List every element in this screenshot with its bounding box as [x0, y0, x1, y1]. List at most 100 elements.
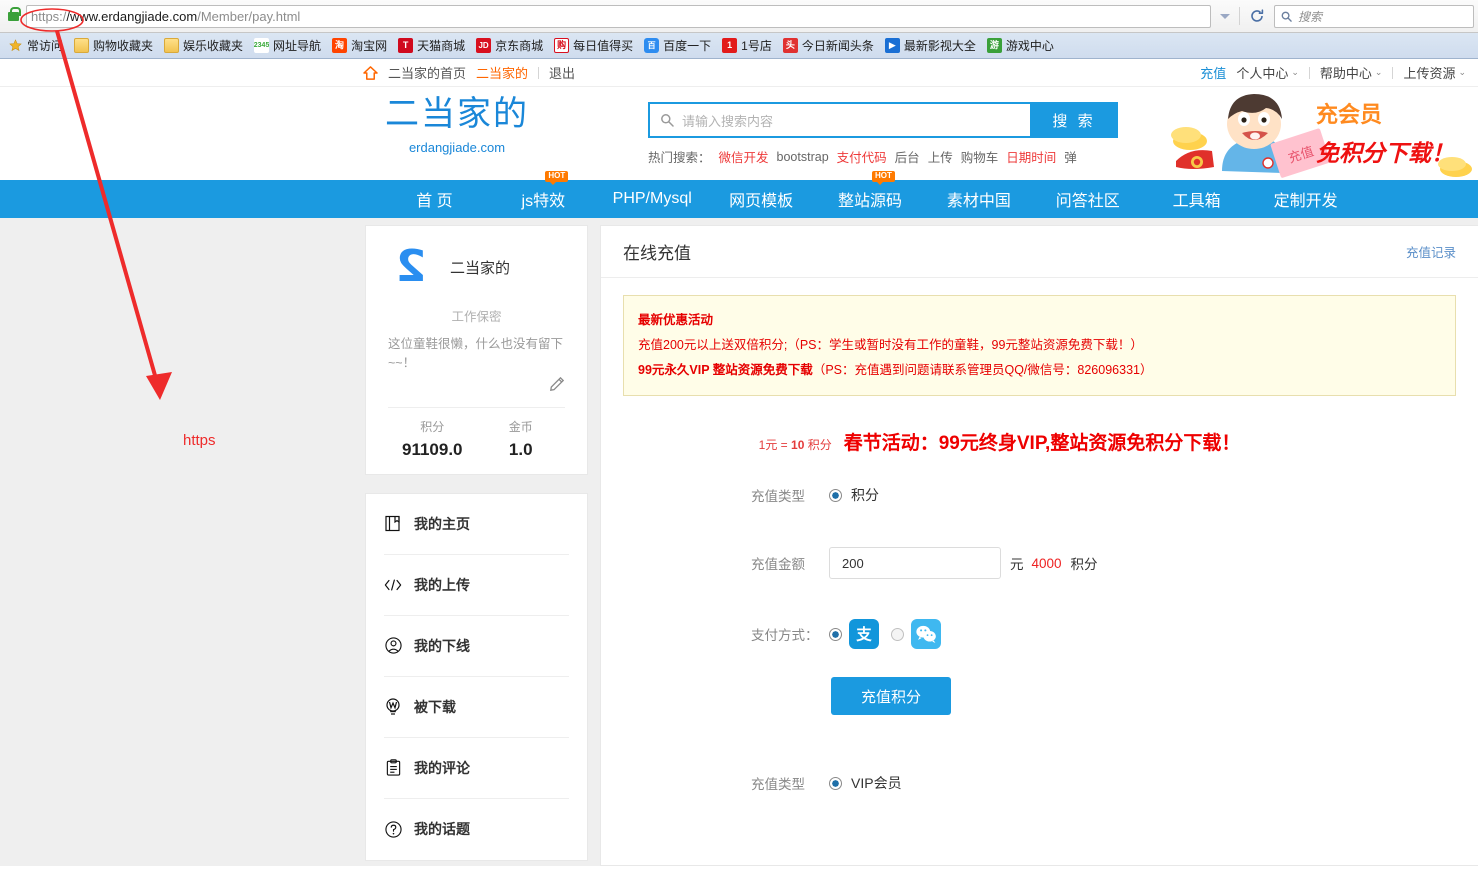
bookmark-label: 娱乐收藏夹 — [183, 39, 244, 53]
topbar-home-link[interactable]: 二当家的首页 — [388, 63, 466, 82]
lock-icon — [4, 5, 22, 27]
amount-input[interactable] — [829, 547, 1001, 579]
nav-item-fullsite[interactable]: HOT 整站源码 — [816, 171, 925, 211]
bookmark-label: 每日值得买 — [573, 39, 634, 53]
wechat-icon[interactable] — [911, 619, 941, 649]
hot-keyword[interactable]: 后台 — [895, 147, 920, 166]
converted-points-unit: 积分 — [1070, 557, 1098, 572]
pencil-icon[interactable] — [549, 376, 565, 397]
profile-header: 2 二当家的 — [388, 241, 565, 292]
nav-item-toolbox[interactable]: 工具箱 — [1142, 187, 1251, 211]
bookmark-item[interactable]: 购 每日值得买 — [550, 36, 637, 55]
payment-method-row: 支付方式： 支 — [601, 619, 1478, 649]
url-input[interactable]: https://www.erdangjiade.com/Member/pay.h… — [26, 4, 1211, 28]
clipboard-icon — [384, 759, 402, 777]
sidebar-item-my-homepage[interactable]: 我的主页 — [384, 494, 569, 555]
bookmark-item[interactable]: 头 今日新闻头条 — [779, 36, 878, 55]
bookmark-label: 购物收藏夹 — [93, 39, 154, 53]
bookmark-item[interactable]: 淘 淘宝网 — [328, 36, 391, 55]
nav-item-js[interactable]: HOT js特效 — [489, 171, 598, 211]
chevron-down-icon: ⌄ — [1458, 67, 1466, 77]
amount-unit: 元 — [1010, 557, 1024, 572]
user-circle-icon — [384, 637, 402, 655]
recharge-type-label-2: 充值类型 — [751, 777, 805, 792]
sidebar-item-my-uploads[interactable]: 我的上传 — [384, 555, 569, 616]
nav-item-materials[interactable]: 素材中国 — [924, 187, 1033, 211]
topbar-usercenter-link[interactable]: 个人中心 ⌄ — [1236, 63, 1299, 82]
bookmark-item[interactable]: T 天猫商城 — [394, 36, 469, 55]
sidebar-item-my-downline[interactable]: 我的下线 — [384, 616, 569, 677]
topbar-logout-link[interactable]: 退出 — [549, 63, 575, 82]
bookmark-item[interactable]: 购物收藏夹 — [70, 36, 157, 55]
topbar-help-link[interactable]: 帮助中心 ⌄ — [1320, 63, 1383, 82]
sidebar-item-my-topics[interactable]: 我的话题 — [384, 799, 569, 860]
hot-keyword[interactable]: 日期时间 — [1006, 147, 1056, 166]
bookmark-label: 1号店 — [741, 39, 772, 53]
chevron-down-icon[interactable] — [1215, 13, 1235, 19]
radio-points[interactable] — [829, 488, 842, 502]
nav-item-templates[interactable]: 网页模板 — [707, 187, 816, 211]
hot-badge: HOT — [545, 171, 569, 185]
bookmark-item[interactable]: 1 1号店 — [718, 36, 776, 55]
hot-keyword[interactable]: 微信开发 — [719, 147, 769, 166]
recharge-submit-button[interactable]: 充值积分 — [831, 677, 951, 715]
star-icon — [8, 38, 23, 53]
banner-line-1: 充会员 — [1316, 102, 1383, 127]
promo-line-3: 99元永久VIP 整站资源免费下载（PS：充值遇到问题请联系管理员QQ/微信号：… — [638, 358, 1441, 383]
bookmark-label: 百度一下 — [663, 39, 712, 53]
radio-vip[interactable] — [829, 776, 842, 790]
chevron-down-icon: ⌄ — [1291, 67, 1299, 77]
sidebar-item-label: 被下载 — [414, 698, 456, 715]
festival-promo-text: 春节活动：99元终身VIP,整站资源免积分下载！ — [843, 433, 1241, 454]
topbar-upload-link[interactable]: 上传资源 ⌄ — [1403, 63, 1466, 82]
nav-item-custom-dev[interactable]: 定制开发 — [1251, 187, 1360, 211]
hot-keyword[interactable]: 支付代码 — [837, 147, 887, 166]
topbar-recharge-link[interactable]: 充值 — [1200, 63, 1226, 82]
avatar[interactable]: 2 — [388, 241, 434, 292]
reload-icon[interactable] — [1244, 5, 1270, 28]
recharge-record-link[interactable]: 充值记录 — [1406, 242, 1456, 261]
panel-header: 在线充值 充值记录 — [601, 226, 1478, 278]
topbar-username-link[interactable]: 二当家的 — [476, 63, 528, 82]
radio-wechat[interactable] — [891, 627, 904, 641]
recharge-panel: 在线充值 充值记录 最新优惠活动 充值200元以上送双倍积分;（PS：学生或暂时… — [600, 225, 1478, 866]
topbar-divider — [1308, 66, 1310, 79]
sidebar-item-my-comments[interactable]: 我的评论 — [384, 738, 569, 799]
topbar-upload-label: 上传资源 — [1403, 66, 1456, 81]
stat-points-label: 积分 — [420, 419, 445, 434]
yihaodian-icon: 1 — [722, 38, 738, 53]
nav-item-home[interactable]: 首 页 — [380, 187, 489, 211]
radio-alipay[interactable] — [829, 627, 842, 641]
sidebar-item-downloaded[interactable]: 被下载 — [384, 677, 569, 738]
site-search-input[interactable]: 请输入搜索内容 — [648, 102, 1030, 138]
stat-coins-value: 1.0 — [508, 439, 533, 459]
vip-promo-banner[interactable]: 充值 充会员 免积分下载！ — [1158, 89, 1478, 181]
bookmark-item[interactable]: 常访问 — [4, 36, 67, 55]
bookmark-item[interactable]: 2345 网址导航 — [250, 36, 325, 55]
hot-keyword[interactable]: 购物车 — [961, 147, 999, 166]
code-icon — [384, 576, 402, 594]
nav-item-js-label: js特效 — [521, 193, 566, 210]
wechat-glyph — [916, 625, 936, 643]
bookmark-item[interactable]: 游 游戏中心 — [983, 36, 1058, 55]
nav-item-community[interactable]: 问答社区 — [1033, 187, 1142, 211]
hot-keyword[interactable]: bootstrap — [777, 150, 829, 164]
nav-item-php[interactable]: PHP/Mysql — [598, 190, 707, 208]
alipay-icon[interactable]: 支 — [849, 619, 879, 649]
bookmark-item[interactable]: 娱乐收藏夹 — [160, 36, 247, 55]
bookmark-item[interactable]: JD 京东商城 — [472, 36, 547, 55]
site-search-button[interactable]: 搜 索 — [1030, 102, 1118, 138]
hot-keyword[interactable]: 弹 — [1064, 147, 1077, 166]
bookmark-item[interactable]: 百 百度一下 — [640, 36, 715, 55]
2345-icon: 2345 — [254, 38, 270, 53]
bookmark-label: 游戏中心 — [1005, 39, 1054, 53]
banner-line-2: 免积分下载！ — [1316, 141, 1454, 166]
site-search-row: 请输入搜索内容 搜 索 — [648, 102, 1118, 138]
hot-keyword[interactable]: 上传 — [928, 147, 953, 166]
promo-heading: 最新优惠活动 — [638, 313, 714, 327]
bookmark-item[interactable]: ▶ 最新影视大全 — [881, 36, 980, 55]
browser-url-bar: https://www.erdangjiade.com/Member/pay.h… — [0, 0, 1478, 33]
stat-points: 积分 91109.0 — [388, 418, 477, 460]
browser-search-input[interactable]: 搜索 — [1274, 4, 1474, 28]
site-logo[interactable]: 二当家的 erdangjiade.com — [372, 95, 542, 155]
